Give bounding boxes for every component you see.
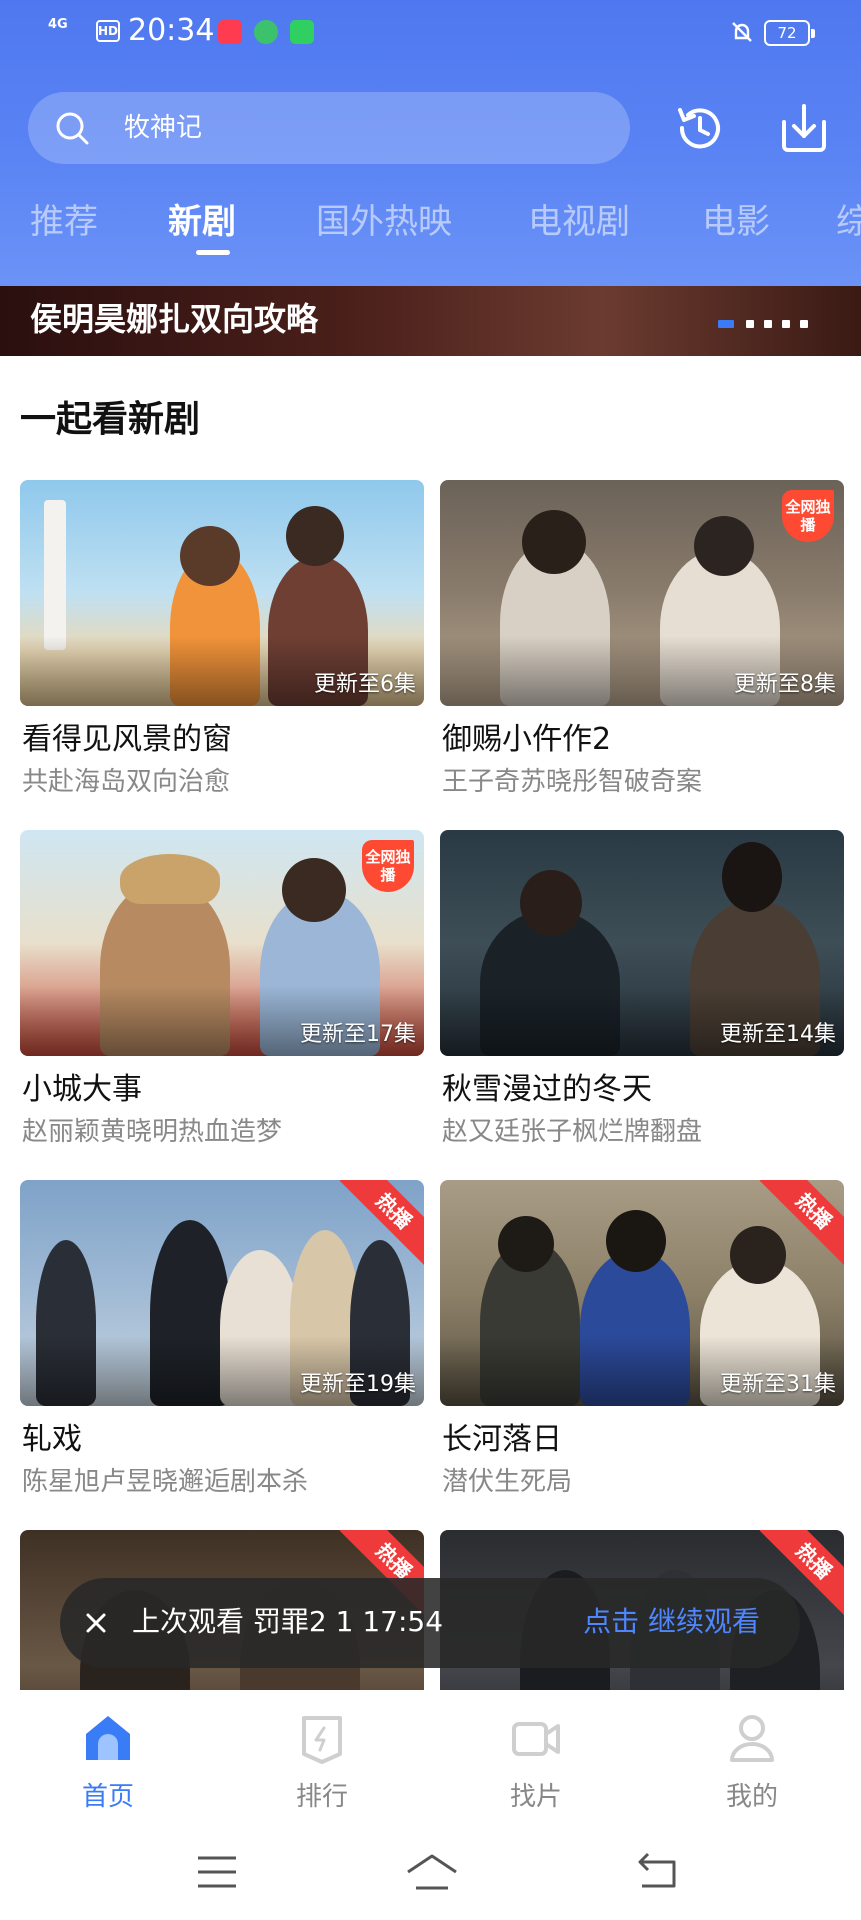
nav-label: 首页 [81,1782,134,1812]
home-icon [86,1716,130,1760]
drama-title: 小城大事 [22,1072,142,1107]
notification-app-icon [254,20,278,44]
status-bar: 4G HD 20:34 72 [0,0,861,66]
drama-title: 长河落日 [442,1422,562,1457]
close-icon[interactable] [76,1603,116,1643]
carousel-dot [800,320,808,328]
drama-poster: 更新至14集 [440,830,844,1056]
nav-label: 排行 [295,1782,348,1812]
drama-title: 轧戏 [22,1422,82,1457]
history-icon[interactable] [672,100,728,156]
drama-subtitle: 王子奇苏晓彤智破奇案 [442,767,703,797]
profile-icon [730,1715,774,1762]
exclusive-badge: 全网独播 [362,840,414,892]
tab-movies[interactable]: 电影 [702,200,770,244]
drama-subtitle: 陈星旭卢昱晓邂逅剧本杀 [22,1467,309,1497]
resume-watching-bar[interactable]: 上次观看 罚罪2 1 17:54 点击 继续观看 [60,1578,800,1668]
drama-subtitle: 赵又廷张子枫烂牌翻盘 [442,1117,703,1147]
episode-count: 更新至31集 [720,1372,836,1397]
ranking-icon [302,1716,342,1764]
home-button-icon[interactable] [404,1850,460,1894]
tab-tv-series[interactable]: 电视剧 [528,200,630,244]
carousel-dot [718,320,734,328]
drama-poster: 全网独播 更新至8集 [440,480,844,706]
drama-title: 秋雪漫过的冬天 [442,1072,652,1107]
drama-card[interactable]: 更新至14集 秋雪漫过的冬天 赵又廷张子枫烂牌翻盘 [440,830,844,1160]
drama-subtitle: 共赴海岛双向治愈 [22,767,231,797]
app-header: 4G HD 20:34 72 牧神记 推荐 新剧 国外热映 电视剧 电影 综 [0,0,861,286]
banner-carousel[interactable]: 侯明昊娜扎双向攻略 [0,286,861,356]
battery-indicator: 72 [764,20,815,46]
nav-profile[interactable]: 我的 [692,1704,812,1814]
menu-icon[interactable] [192,1850,242,1894]
drama-card[interactable]: 更新至6集 看得见风景的窗 共赴海岛双向治愈 [20,480,424,810]
carousel-dot [782,320,790,328]
search-icon [56,112,89,145]
carousel-dot [746,320,754,328]
notification-app-icon [218,20,242,44]
continue-watching-link[interactable]: 点击 继续观看 [583,1602,760,1642]
nav-label: 我的 [725,1782,778,1812]
system-nav-bar [0,1820,861,1920]
tab-foreign-hits[interactable]: 国外热映 [316,200,452,244]
drama-subtitle: 潜伏生死局 [442,1467,573,1497]
back-icon[interactable] [632,1850,682,1894]
video-icon [512,1722,560,1756]
search-bar[interactable]: 牧神记 [28,92,630,164]
nav-label: 找片 [509,1782,562,1812]
episode-count: 更新至19集 [300,1372,416,1397]
search-query: 牧神记 [124,113,203,143]
banner-title: 侯明昊娜扎双向攻略 [30,300,319,338]
drama-title: 御赐小仵作2 [442,722,612,757]
drama-title: 看得见风景的窗 [22,722,232,757]
bottom-nav: 首页 排行 找片 我的 [0,1690,861,1820]
drama-card[interactable]: 全网独播 更新至17集 小城大事 赵丽颖黄晓明热血造梦 [20,830,424,1160]
exclusive-badge: 全网独播 [782,490,834,542]
carousel-dot [764,320,772,328]
notification-app-icon [290,20,314,44]
category-tabs: 推荐 新剧 国外热映 电视剧 电影 综 [0,196,861,266]
episode-count: 更新至14集 [720,1022,836,1047]
drama-poster: 热播 更新至19集 [20,1180,424,1406]
drama-poster: 更新至6集 [20,480,424,706]
hd-indicator: HD [96,20,120,42]
episode-count: 更新至6集 [314,672,416,697]
episode-count: 更新至8集 [734,672,836,697]
mute-bell-icon [732,22,752,42]
drama-subtitle: 赵丽颖黄晓明热血造梦 [22,1117,283,1147]
drama-card[interactable]: 热播 更新至31集 长河落日 潜伏生死局 [440,1180,844,1510]
drama-card[interactable]: 热播 更新至19集 轧戏 陈星旭卢昱晓邂逅剧本杀 [20,1180,424,1510]
nav-home[interactable]: 首页 [48,1704,168,1814]
tab-recommend[interactable]: 推荐 [30,200,98,244]
last-watched-text: 上次观看 罚罪2 1 17:54 [132,1605,444,1638]
tab-variety[interactable]: 综 [836,200,861,244]
drama-poster: 全网独播 更新至17集 [20,830,424,1056]
episode-count: 更新至17集 [300,1022,416,1047]
nav-ranking[interactable]: 排行 [262,1704,382,1814]
section-title: 一起看新剧 [20,399,201,440]
status-time: 20:34 [128,13,215,48]
download-icon[interactable] [776,100,832,156]
tab-new-drama[interactable]: 新剧 [168,200,236,244]
active-tab-indicator [196,250,230,255]
network-indicator: 4G [48,17,68,32]
drama-card[interactable]: 全网独播 更新至8集 御赐小仵作2 王子奇苏晓彤智破奇案 [440,480,844,810]
nav-find-videos[interactable]: 找片 [476,1704,596,1814]
drama-poster: 热播 更新至31集 [440,1180,844,1406]
